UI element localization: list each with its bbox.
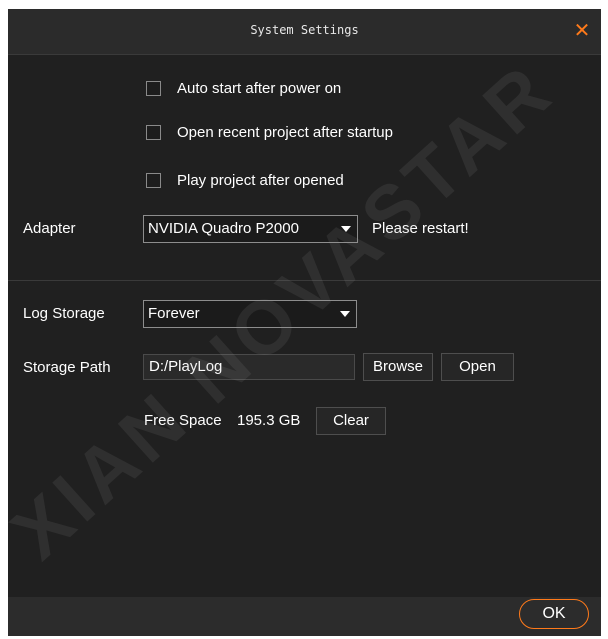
play-project-option[interactable]: Play project after opened: [146, 170, 344, 190]
close-icon[interactable]: ✕: [569, 18, 595, 44]
free-space-value: 195.3 GB: [237, 412, 301, 429]
section-divider: [8, 280, 601, 281]
ok-button[interactable]: OK: [519, 599, 589, 629]
open-button[interactable]: Open: [441, 353, 514, 381]
title-bar[interactable]: System Settings ✕: [8, 9, 601, 55]
dialog-footer: OK: [8, 597, 601, 636]
dialog-title: System Settings: [250, 23, 359, 37]
play-project-label: Play project after opened: [177, 171, 344, 189]
clear-button[interactable]: Clear: [316, 407, 386, 435]
storage-path-label: Storage Path: [23, 359, 111, 376]
auto-start-label: Auto start after power on: [177, 79, 342, 97]
restart-notice: Please restart!: [372, 220, 469, 237]
adapter-selected-value: NVIDIA Quadro P2000: [148, 220, 299, 237]
play-project-checkbox[interactable]: [146, 172, 161, 188]
log-storage-selected-value: Forever: [148, 305, 200, 322]
auto-start-checkbox[interactable]: [146, 80, 161, 96]
chevron-down-icon: [340, 311, 350, 317]
chevron-down-icon: [341, 226, 351, 232]
log-storage-label: Log Storage: [23, 305, 105, 322]
free-space-label: Free Space: [144, 412, 222, 429]
open-recent-label: Open recent project after startup: [177, 123, 393, 141]
open-recent-option[interactable]: Open recent project after startup: [146, 122, 393, 142]
browse-button[interactable]: Browse: [363, 353, 433, 381]
storage-path-input[interactable]: D:/PlayLog: [143, 354, 355, 380]
adapter-label: Adapter: [23, 220, 76, 237]
auto-start-option[interactable]: Auto start after power on: [146, 78, 341, 98]
log-storage-select[interactable]: Forever: [143, 300, 357, 328]
open-recent-checkbox[interactable]: [146, 124, 161, 140]
system-settings-dialog: System Settings ✕ Auto start after power…: [8, 9, 601, 636]
adapter-select[interactable]: NVIDIA Quadro P2000: [143, 215, 358, 243]
